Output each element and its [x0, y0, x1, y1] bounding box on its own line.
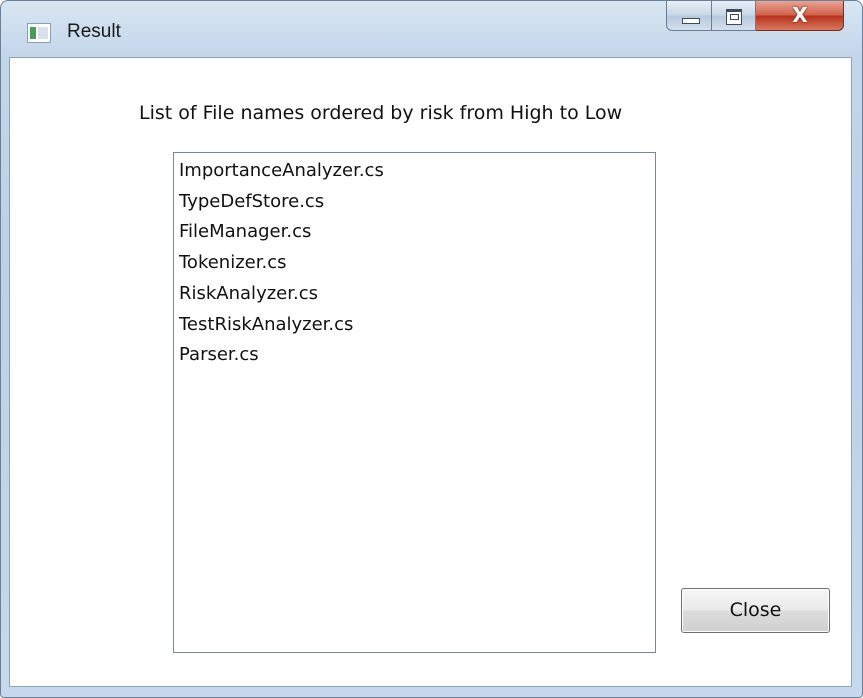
- list-heading: List of File names ordered by risk from …: [139, 102, 623, 124]
- application-window-icon[interactable]: [27, 23, 51, 43]
- list-item[interactable]: TestRiskAnalyzer.cs: [179, 310, 384, 341]
- close-button[interactable]: Close: [681, 588, 830, 633]
- list-item[interactable]: Parser.cs: [179, 340, 384, 371]
- result-window: Result X List of File names ordered by r…: [0, 0, 863, 698]
- window-title: Result: [67, 21, 121, 42]
- minimize-icon: [682, 18, 700, 24]
- maximize-button[interactable]: [712, 1, 756, 31]
- close-window-button[interactable]: X: [756, 1, 844, 31]
- file-listbox[interactable]: ImportanceAnalyzer.cs TypeDefStore.cs Fi…: [173, 152, 656, 653]
- minimize-button[interactable]: [666, 1, 712, 31]
- file-list: ImportanceAnalyzer.cs TypeDefStore.cs Fi…: [179, 156, 384, 371]
- list-item[interactable]: FileManager.cs: [179, 217, 384, 248]
- list-item[interactable]: Tokenizer.cs: [179, 248, 384, 279]
- client-area: List of File names ordered by risk from …: [9, 57, 852, 687]
- caption-buttons: X: [666, 1, 852, 31]
- close-icon: X: [792, 3, 808, 27]
- list-item[interactable]: ImportanceAnalyzer.cs: [179, 156, 384, 187]
- list-item[interactable]: RiskAnalyzer.cs: [179, 279, 384, 310]
- title-bar[interactable]: Result X: [1, 1, 862, 57]
- maximize-icon: [726, 9, 742, 25]
- list-item[interactable]: TypeDefStore.cs: [179, 187, 384, 218]
